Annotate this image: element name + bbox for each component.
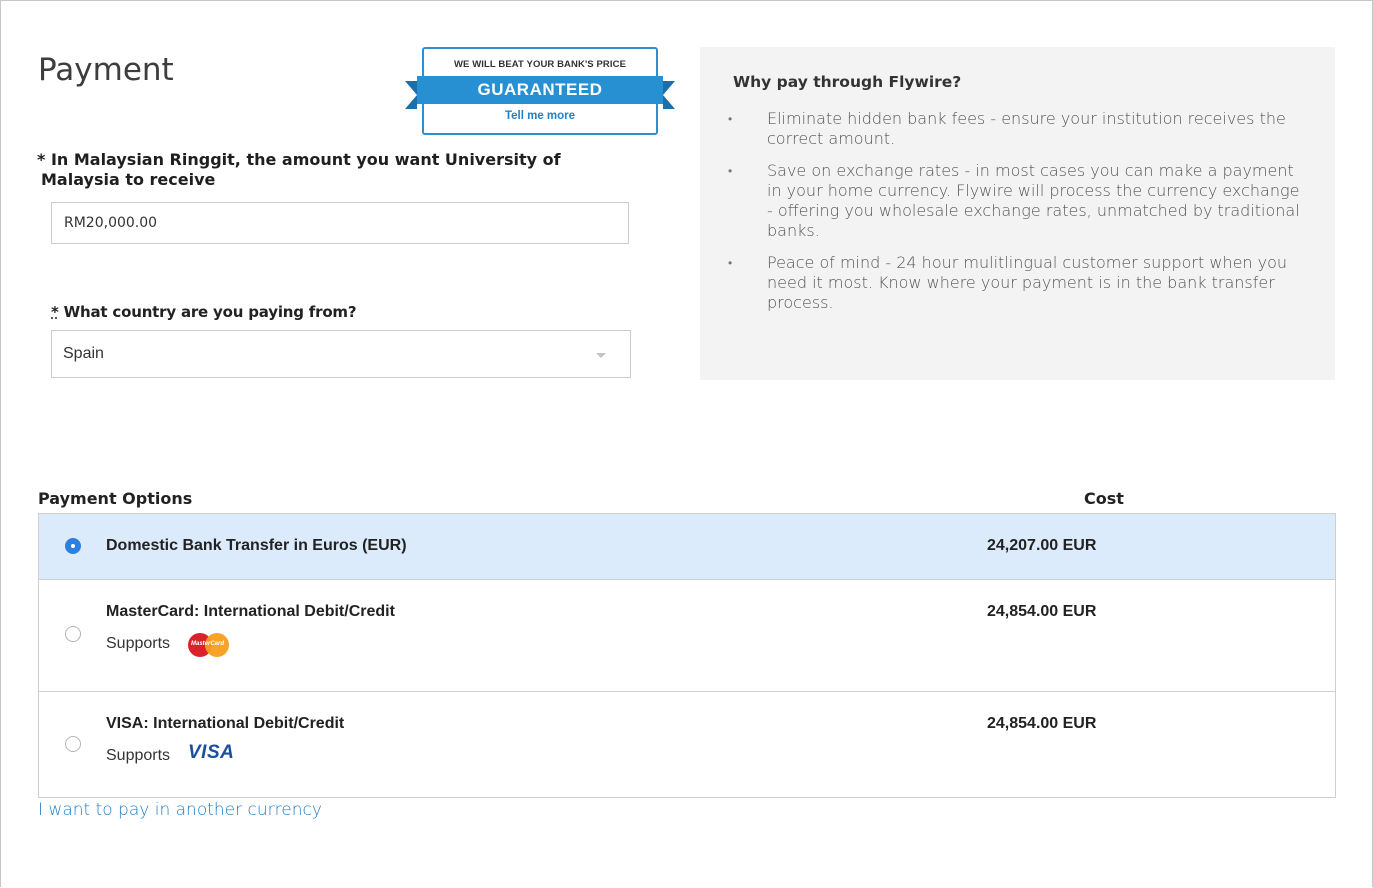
chevron-down-icon [596, 353, 606, 358]
option-name: VISA: International Debit/Credit [106, 715, 345, 732]
cost-header: Cost [1084, 489, 1124, 508]
page-title: Payment [38, 52, 174, 88]
list-item: • Eliminate hidden bank fees - ensure you… [700, 109, 1335, 149]
benefit-text: Peace of mind - 24 hour mulitlingual cus… [767, 253, 1288, 312]
why-flywire-panel: Why pay through Flywire? • Eliminate hidd… [700, 47, 1335, 380]
option-cost: 24,207.00 EUR [987, 537, 1097, 554]
payment-options-header: Payment Options [38, 489, 193, 508]
badge-ribbon-text: GUARANTEED [417, 76, 663, 104]
list-item: • Peace of mind - 24 hour mulitlingual cu… [700, 253, 1335, 313]
supports-label: Supports [106, 747, 171, 764]
amount-label-line1: * In Malaysian Ringgit, the amount you w… [37, 150, 561, 169]
benefit-text: Save on exchange rates - in most cases y… [767, 161, 1300, 240]
badge-top-text: WE WILL BEAT YOUR BANK'S PRICE [453, 59, 627, 70]
option-cost: 24,854.00 EUR [987, 603, 1097, 620]
radio-unselected[interactable] [65, 626, 81, 642]
required-marker: * [51, 303, 59, 321]
payment-option-visa[interactable]: VISA: International Debit/Credit 24,854.… [39, 691, 1335, 797]
country-select-value: Spain [63, 345, 104, 362]
amount-label-line2: Malaysia to receive [41, 170, 216, 189]
list-item: • Save on exchange rates - in most cases … [700, 161, 1335, 241]
option-cost: 24,854.00 EUR [987, 715, 1097, 732]
radio-unselected[interactable] [65, 736, 81, 752]
radio-selected[interactable] [65, 538, 81, 554]
price-guarantee-badge: WE WILL BEAT YOUR BANK'S PRICE GUARANTEE… [405, 47, 675, 135]
ribbon-tail-left [405, 81, 417, 109]
supports-label: Supports [106, 635, 171, 652]
mastercard-logo-text: MasterCard [191, 641, 225, 647]
mastercard-logo-icon: MasterCard [188, 633, 230, 657]
visa-logo-icon: VISA [188, 742, 235, 763]
option-name: Domestic Bank Transfer in Euros (EUR) [106, 537, 407, 554]
why-flywire-title: Why pay through Flywire? [733, 73, 962, 91]
bullet-icon: • [728, 112, 733, 126]
tell-me-more-link[interactable]: Tell me more [405, 110, 675, 122]
bullet-icon: • [728, 164, 733, 178]
amount-label: * In Malaysian Ringgit, the amount you w… [37, 150, 597, 190]
amount-input[interactable] [51, 202, 629, 244]
benefit-text: Eliminate hidden bank fees - ensure your… [767, 109, 1286, 148]
payment-option-mastercard[interactable]: MasterCard: International Debit/Credit 2… [39, 579, 1335, 691]
country-label: * What country are you paying from? [51, 303, 357, 321]
payment-option-bank-transfer[interactable]: Domestic Bank Transfer in Euros (EUR) 24… [39, 514, 1335, 579]
country-label-text: What country are you paying from? [58, 303, 357, 321]
bullet-icon: • [728, 256, 733, 270]
badge-ribbon: GUARANTEED [405, 76, 675, 109]
pay-another-currency-link[interactable]: I want to pay in another currency [38, 800, 322, 820]
option-name: MasterCard: International Debit/Credit [106, 603, 395, 620]
payment-options-list: Domestic Bank Transfer in Euros (EUR) 24… [38, 513, 1336, 798]
benefits-list: • Eliminate hidden bank fees - ensure you… [700, 109, 1335, 325]
ribbon-tail-right [663, 81, 675, 109]
country-select[interactable]: Spain [51, 330, 631, 378]
